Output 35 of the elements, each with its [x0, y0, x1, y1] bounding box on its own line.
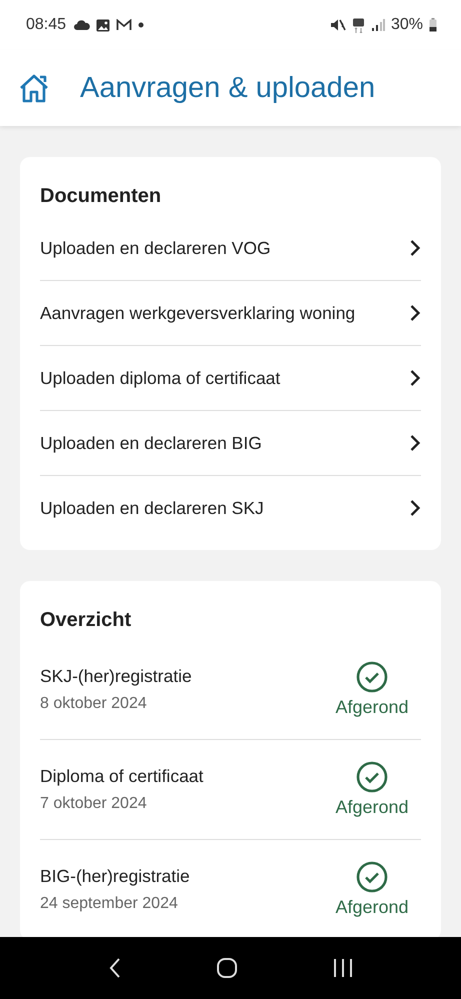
- battery-icon: [429, 18, 437, 32]
- signal-icon: [370, 19, 385, 31]
- cloud-icon: [74, 20, 90, 30]
- registration-name: Diploma of certificaat: [40, 766, 204, 787]
- image-icon: [96, 18, 110, 32]
- notification-dot-icon: [138, 22, 144, 28]
- home-icon[interactable]: [18, 72, 50, 104]
- document-link-item[interactable]: Uploaden diploma of certificaat: [40, 346, 421, 411]
- clock-time: 08:45: [26, 16, 66, 34]
- document-link-item[interactable]: Uploaden en declareren SKJ: [40, 476, 421, 540]
- chevron-right-icon: [409, 499, 421, 517]
- registration-date: 8 oktober 2024: [40, 695, 148, 713]
- battery-percentage: 30%: [390, 16, 423, 34]
- recent-apps-icon[interactable]: [332, 957, 354, 979]
- registration-name: SKJ-(her)registratie: [40, 666, 192, 687]
- section-title: Overzicht: [40, 609, 132, 632]
- section-title: Documenten: [40, 185, 162, 208]
- status-label: Afgerond: [335, 897, 409, 918]
- registration-date: 7 oktober 2024: [40, 795, 148, 813]
- chevron-right-icon: [409, 239, 421, 257]
- status-label: Afgerond: [335, 797, 409, 818]
- registration-date: 24 september 2024: [40, 895, 179, 913]
- home-button-icon[interactable]: [216, 957, 238, 979]
- network-icon: [352, 18, 365, 32]
- status-label: Afgerond: [335, 697, 409, 718]
- document-link-item[interactable]: Aanvragen werkgeversverklaring woning: [40, 281, 421, 346]
- chevron-right-icon: [409, 434, 421, 452]
- chevron-right-icon: [409, 304, 421, 322]
- registration-name: BIG-(her)registratie: [40, 866, 190, 887]
- chevron-right-icon: [409, 369, 421, 387]
- document-link-item[interactable]: Uploaden en declareren BIG: [40, 411, 421, 476]
- mute-icon: [330, 18, 346, 32]
- mail-icon: [116, 19, 132, 31]
- document-link-item[interactable]: Uploaden en declareren VOG: [40, 216, 421, 281]
- page-title: Aanvragen & uploaden: [80, 72, 376, 104]
